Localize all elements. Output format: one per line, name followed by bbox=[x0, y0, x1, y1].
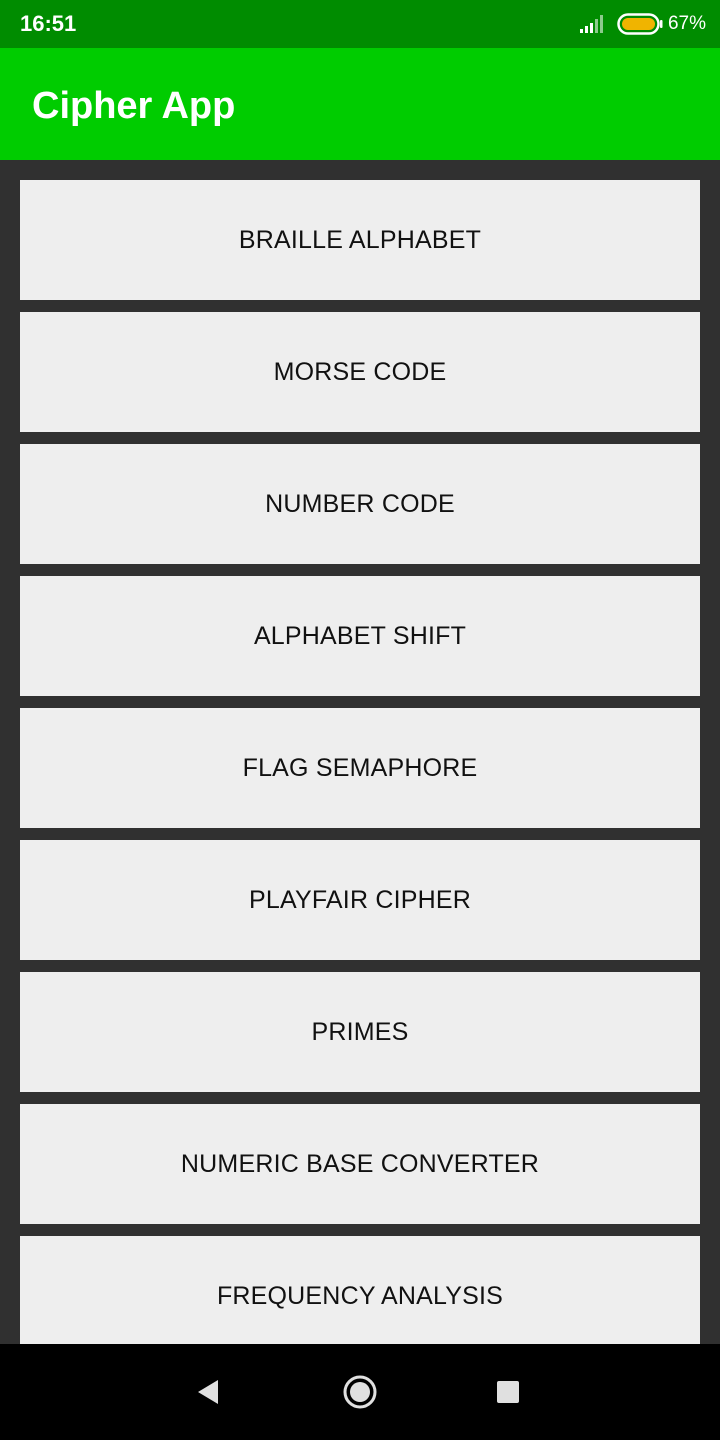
frequency-analysis-button[interactable]: FREQUENCY ANALYSIS bbox=[20, 1236, 700, 1356]
app-title: Cipher App bbox=[32, 85, 236, 127]
screen: 16:51 67% Cipher App BRAILLE ALPHABET MO… bbox=[0, 0, 720, 1440]
home-button[interactable] bbox=[340, 1372, 380, 1412]
flag-semaphore-button[interactable]: FLAG SEMAPHORE bbox=[20, 708, 700, 828]
back-button[interactable] bbox=[188, 1372, 228, 1412]
numeric-base-converter-button[interactable]: NUMERIC BASE CONVERTER bbox=[20, 1104, 700, 1224]
cipher-menu-list: BRAILLE ALPHABET MORSE CODE NUMBER CODE … bbox=[20, 180, 700, 1368]
primes-button[interactable]: PRIMES bbox=[20, 972, 700, 1092]
status-icons: 67% bbox=[579, 11, 706, 37]
playfair-cipher-button[interactable]: PLAYFAIR CIPHER bbox=[20, 840, 700, 960]
home-icon bbox=[343, 1375, 377, 1409]
battery-percent: 67% bbox=[667, 13, 706, 34]
back-icon bbox=[198, 1380, 218, 1404]
morse-code-button[interactable]: MORSE CODE bbox=[20, 312, 700, 432]
battery-icon bbox=[617, 13, 663, 35]
braille-alphabet-button[interactable]: BRAILLE ALPHABET bbox=[20, 180, 700, 300]
recents-button[interactable] bbox=[488, 1372, 528, 1412]
signal-icon bbox=[579, 15, 603, 33]
navigation-bar bbox=[0, 1344, 720, 1440]
number-code-button[interactable]: NUMBER CODE bbox=[20, 444, 700, 564]
status-time: 16:51 bbox=[20, 11, 77, 36]
status-bar: 16:51 67% bbox=[0, 0, 720, 48]
app-bar: Cipher App bbox=[0, 48, 720, 160]
alphabet-shift-button[interactable]: ALPHABET SHIFT bbox=[20, 576, 700, 696]
recents-icon bbox=[497, 1381, 519, 1403]
